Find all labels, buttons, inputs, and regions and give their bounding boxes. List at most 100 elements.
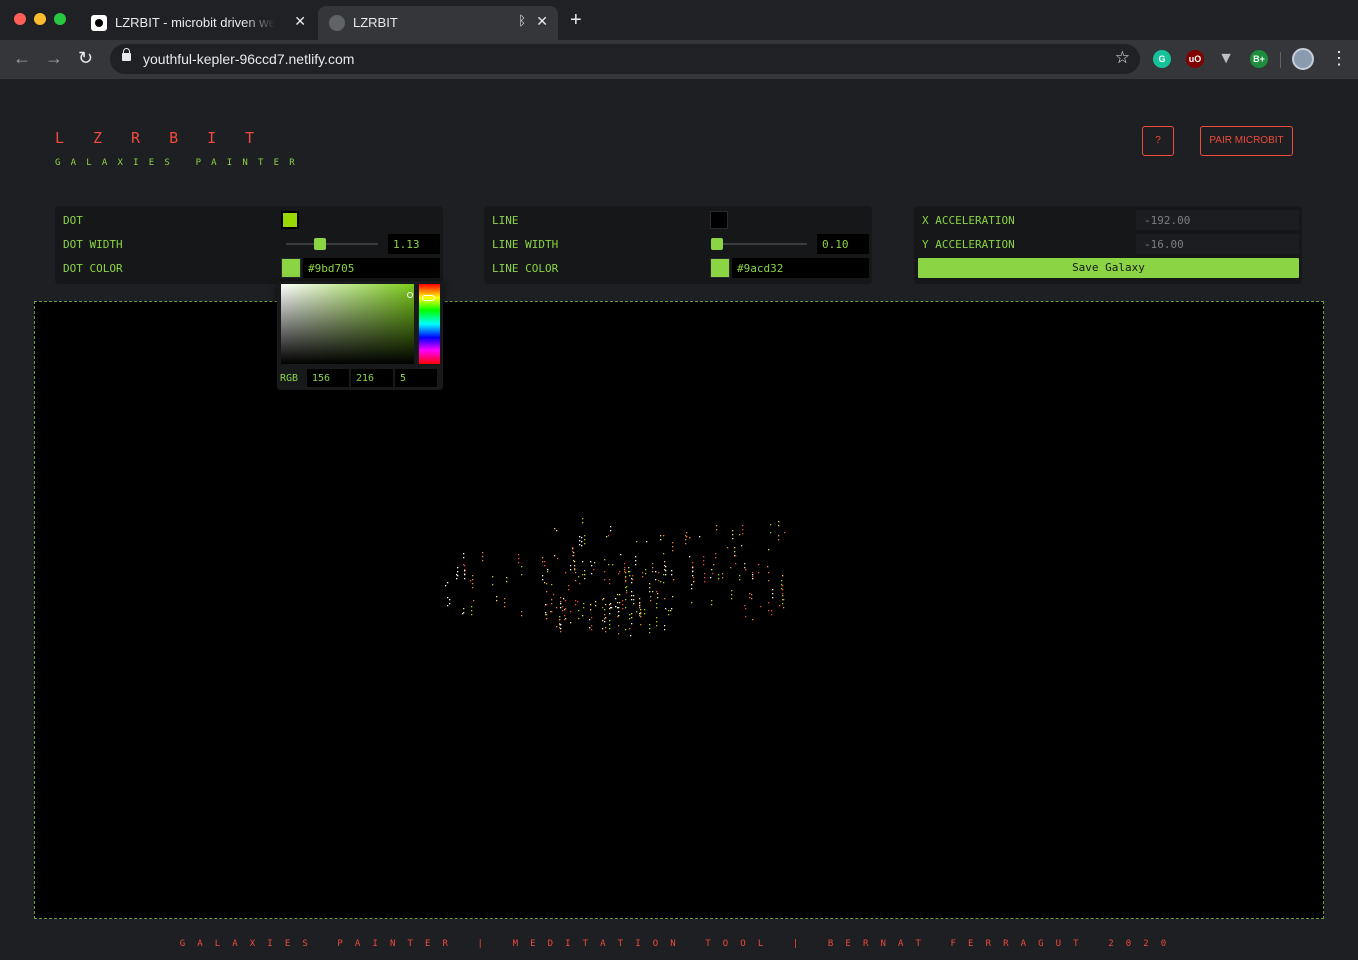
galaxy-dot [660, 539, 662, 541]
galaxy-dot [657, 593, 659, 595]
dot-color-input[interactable]: #9bd705 [303, 258, 440, 278]
red-input[interactable]: 156 [307, 369, 349, 387]
saturation-handle[interactable] [407, 292, 413, 298]
galaxy-dot [665, 608, 667, 610]
saturation-value-area[interactable] [281, 284, 414, 364]
galaxy-dot [574, 568, 576, 570]
galaxy-dot [609, 604, 611, 606]
galaxy-dot [640, 612, 642, 614]
galaxy-dot [686, 536, 688, 538]
dot-toggle-checkbox[interactable] [281, 211, 299, 229]
galaxy-dot [665, 574, 667, 576]
galaxy-dot [589, 627, 591, 629]
galaxy-dot [730, 567, 732, 569]
close-window-button[interactable] [14, 13, 26, 25]
green-input[interactable]: 216 [351, 369, 393, 387]
galaxy-dot [704, 581, 706, 583]
line-color-input[interactable]: #9acd32 [732, 258, 869, 278]
bplus-icon[interactable]: B+ [1250, 50, 1268, 68]
galaxy-dot [618, 573, 620, 575]
galaxy-dot [582, 518, 584, 520]
address-bar[interactable]: youthful-kepler-96ccd7.netlify.com ☆ [110, 44, 1140, 74]
new-tab-button[interactable]: + [570, 10, 582, 30]
galaxy-dot [521, 615, 523, 617]
hue-handle[interactable] [422, 295, 435, 301]
galaxy-dot [685, 539, 687, 541]
hue-slider[interactable] [419, 284, 440, 364]
galaxy-dot [574, 565, 576, 567]
galaxy-dot [742, 525, 744, 527]
minimize-window-button[interactable] [34, 13, 46, 25]
grammarly-icon[interactable]: G [1153, 50, 1171, 68]
galaxy-dot [713, 564, 715, 566]
galaxy-dot [741, 545, 743, 547]
app-logo: LZRBIT [55, 129, 284, 147]
galaxy-dot [689, 537, 691, 539]
more-menu-icon[interactable]: ⋮ [1330, 48, 1348, 68]
galaxy-dot [506, 577, 508, 579]
galaxy-dot [673, 579, 675, 581]
maximize-window-button[interactable] [54, 13, 66, 25]
line-color-swatch[interactable] [710, 258, 730, 278]
galaxy-dot [635, 564, 637, 566]
back-icon[interactable]: ← [13, 48, 31, 68]
tab-title: LZRBIT [353, 15, 398, 30]
galaxy-dot [560, 631, 562, 633]
galaxy-dot [559, 619, 561, 621]
tab-lzrbit-active[interactable]: LZRBIT ᛒ ✕ [318, 6, 558, 40]
vue-devtools-icon[interactable]: ▼ [1217, 50, 1235, 68]
dot-width-input[interactable]: 1.13 [388, 234, 440, 254]
galaxy-canvas[interactable] [34, 301, 1324, 919]
rgb-mode-label[interactable]: RGB [280, 373, 298, 384]
galaxy-dot [447, 582, 449, 584]
galaxy-dot [782, 593, 784, 595]
line-width-slider[interactable] [711, 238, 807, 250]
galaxy-dot [644, 613, 646, 615]
dot-width-slider[interactable] [286, 238, 378, 250]
galaxy-dot [464, 574, 466, 576]
galaxy-dot [625, 607, 627, 609]
ublock-icon[interactable]: uO [1186, 50, 1204, 68]
close-tab-icon[interactable]: ✕ [536, 13, 548, 30]
galaxy-dot [591, 565, 593, 567]
galaxy-dot [624, 563, 626, 565]
acceleration-panel: X ACCELERATION -192.00 Y ACCELERATION -1… [914, 206, 1302, 284]
forward-icon[interactable]: → [45, 48, 63, 68]
browser-window: LZRBIT - microbit driven web a ✕ LZRBIT … [0, 0, 1358, 79]
galaxy-dot [727, 547, 729, 549]
galaxy-dot [768, 580, 770, 582]
profile-avatar[interactable] [1292, 48, 1314, 70]
galaxy-dot [782, 595, 784, 597]
galaxy-dot [482, 556, 484, 558]
line-toggle-checkbox[interactable] [710, 211, 728, 229]
bookmark-star-icon[interactable]: ☆ [1115, 48, 1130, 68]
galaxy-dot [658, 572, 660, 574]
galaxy-dot [496, 600, 498, 602]
help-button[interactable]: ? [1142, 126, 1174, 156]
galaxy-dot [568, 589, 570, 591]
save-galaxy-button[interactable]: Save Galaxy [918, 258, 1299, 278]
blue-input[interactable]: 5 [395, 369, 437, 387]
galaxy-dot [672, 550, 674, 552]
reload-icon[interactable]: ↻ [78, 48, 93, 68]
slider-handle[interactable] [711, 238, 723, 250]
line-settings-panel: LINE LINE WIDTH 0.10 LINE COLOR #9acd32 [484, 206, 872, 284]
line-width-input[interactable]: 0.10 [817, 234, 869, 254]
tab-lzrbit-microbit[interactable]: LZRBIT - microbit driven web a ✕ [80, 6, 316, 40]
galaxy-dot [551, 584, 553, 586]
galaxy-dot [782, 589, 784, 591]
close-tab-icon[interactable]: ✕ [294, 13, 306, 30]
galaxy-dot [731, 598, 733, 600]
galaxy-dot [570, 565, 572, 567]
galaxy-dot [672, 596, 674, 598]
galaxy-dot [550, 611, 552, 613]
galaxy-dot [619, 594, 621, 596]
galaxy-dot [732, 538, 734, 540]
galaxy-dot [711, 569, 713, 571]
slider-handle[interactable] [314, 238, 326, 250]
galaxy-dot [496, 596, 498, 598]
galaxy-dot [672, 546, 674, 548]
pair-microbit-button[interactable]: PAIR MICROBIT [1200, 126, 1293, 156]
dot-color-swatch[interactable] [281, 258, 301, 278]
galaxy-dot [625, 599, 627, 601]
